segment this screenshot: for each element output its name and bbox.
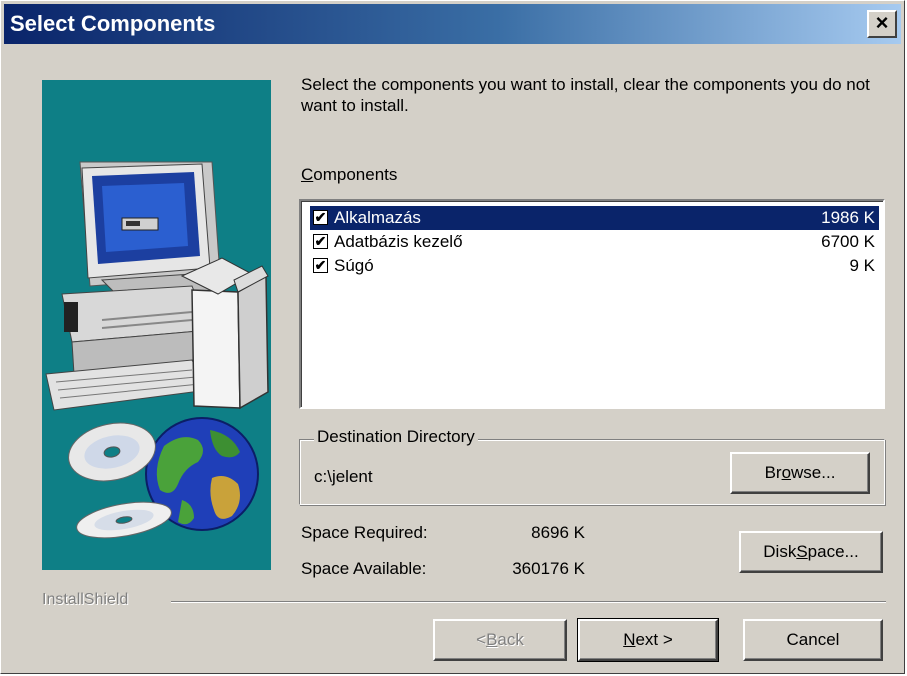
component-size: 6700 K (821, 232, 875, 251)
destination-directory-label: Destination Directory (314, 427, 478, 447)
disk-post: pace... (807, 542, 859, 561)
components-label-accel: C (301, 165, 314, 184)
computer-illustration (45, 161, 269, 539)
space-available-value: 360176 K (512, 559, 585, 578)
next-post: ext > (635, 630, 673, 649)
component-row-adatbazis[interactable]: ✔ Adatbázis kezelő 6700 K (310, 230, 879, 254)
close-icon[interactable]: × (867, 10, 897, 38)
installer-illustration (42, 80, 271, 570)
browse-post: wse... (791, 463, 836, 482)
cancel-button[interactable]: Cancel (743, 619, 883, 661)
disk-accel: S (796, 542, 808, 561)
components-label: Components (301, 165, 397, 185)
installshield-brand: InstallShield (42, 591, 129, 608)
destination-path: c:\jelent (314, 467, 373, 486)
back-post: ack (497, 630, 524, 649)
components-list: ✔ Alkalmazás 1986 K ✔ Adatbázis kezelő 6… (301, 201, 883, 407)
back-button[interactable]: < Back (433, 619, 567, 661)
disk-pre: Disk (763, 542, 797, 561)
instructions-text: Select the components you want to instal… (301, 75, 870, 115)
select-components-dialog: Select Components × Select the component… (0, 0, 905, 674)
browse-button[interactable]: Browse... (730, 452, 870, 494)
back-pre: < (476, 630, 487, 649)
component-size: 9 K (849, 256, 875, 275)
title-bar[interactable]: Select Components × (4, 4, 901, 44)
component-row-alkalmazas[interactable]: ✔ Alkalmazás 1986 K (309, 205, 880, 231)
component-row-sugo[interactable]: ✔ Súgó 9 K (310, 254, 879, 278)
disk-space-button[interactable]: Disk Space... (739, 531, 883, 573)
window-title: Select Components (10, 11, 216, 36)
component-name: Alkalmazás (334, 208, 421, 227)
space-required-value: 8696 K (531, 523, 585, 542)
component-name: Adatbázis kezelő (334, 232, 463, 251)
back-accel: B (486, 630, 498, 649)
component-size: 1986 K (821, 208, 875, 227)
next-accel: N (623, 630, 636, 649)
checkbox-checked-icon[interactable]: ✔ (313, 210, 328, 225)
checkbox-checked-icon[interactable]: ✔ (313, 258, 328, 273)
checkbox-checked-icon[interactable]: ✔ (313, 234, 328, 249)
components-label-rest: omponents (313, 165, 398, 184)
browse-accel: o (781, 463, 792, 482)
destination-directory-group: Destination Directory c:\jelent Browse..… (299, 427, 885, 505)
component-name: Súgó (334, 256, 374, 275)
browse-pre: Br (764, 463, 782, 482)
components-listbox[interactable]: ✔ Alkalmazás 1986 K ✔ Adatbázis kezelő 6… (299, 199, 885, 409)
next-button[interactable]: Next > (577, 618, 719, 662)
footer-separator (171, 601, 886, 603)
